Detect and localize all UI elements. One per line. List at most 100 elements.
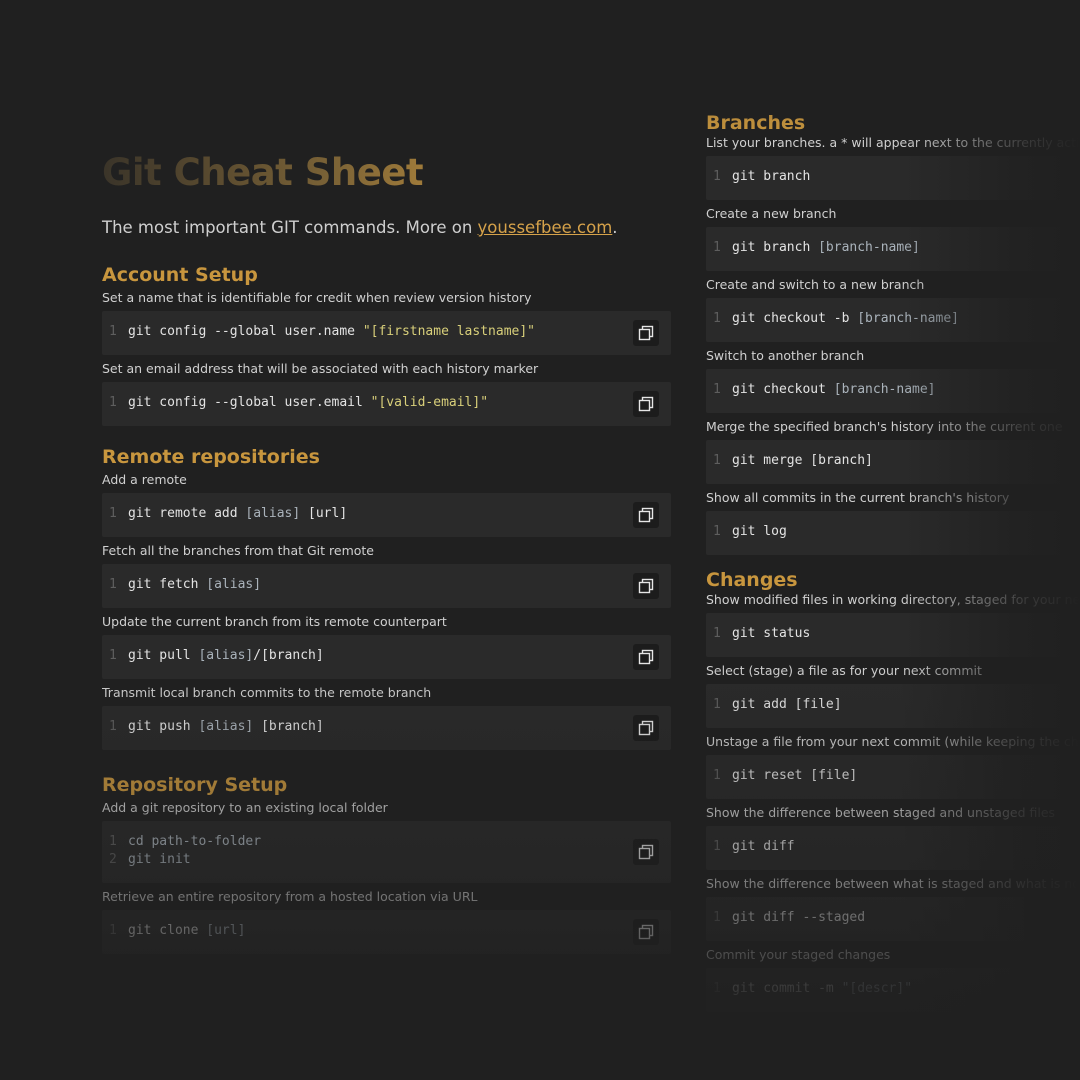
code-block[interactable]: 1 git reset [file] [706, 755, 1080, 799]
code-block[interactable]: 1 cd path-to-folder 2 git init [102, 821, 671, 883]
command-description: Set an email address that will be associ… [102, 361, 539, 376]
command-text: git config --global user.name [128, 324, 363, 339]
code-line: 1 git branch [branch-name] [713, 240, 920, 255]
code-block[interactable]: 1 git branch [branch-name] [706, 227, 1080, 271]
code-block[interactable]: 1 git branch [706, 156, 1080, 200]
command-argument: [url] [206, 923, 246, 938]
command-text: git status [732, 626, 811, 641]
command-description: Merge the specified branch's history int… [706, 419, 1063, 434]
command-text: git checkout [732, 382, 834, 397]
command-description: Create a new branch [706, 206, 837, 221]
command-description: Switch to another branch [706, 348, 865, 363]
copy-button[interactable] [633, 715, 659, 741]
code-block[interactable]: 1 git clone [url] [102, 910, 671, 954]
command-argument: [alias] [198, 719, 254, 734]
copy-button[interactable] [633, 502, 659, 528]
code-line: 1 git config --global user.email "[valid-… [109, 395, 488, 410]
code-block[interactable]: 1 git pull [alias]/[branch] [102, 635, 671, 679]
line-number: 1 [713, 311, 721, 326]
line-number: 1 [713, 697, 721, 712]
code-block[interactable]: 1 git config --global user.email "[valid-… [102, 382, 671, 426]
code-block[interactable]: 1 git checkout [branch-name] [706, 369, 1080, 413]
command-argument: "[descr]" [841, 981, 913, 996]
line-number: 1 [109, 324, 117, 339]
subtitle-end: . [612, 218, 618, 237]
command-description: Unstage a file from your next commit (wh… [706, 734, 1080, 749]
code-block[interactable]: 1 git remote add [alias] [url] [102, 493, 671, 537]
code-line: 1 git checkout -b [branch-name] [713, 311, 959, 326]
code-line: 1 git config --global user.name "[firstna… [109, 324, 535, 339]
command-text: git pull [128, 648, 199, 663]
code-block[interactable]: 1 git commit -m "[descr]" [706, 968, 1080, 1012]
command-text: git merge [branch] [732, 453, 873, 468]
command-text: git remote add [128, 506, 246, 521]
command-description: Set a name that is identifiable for cred… [102, 290, 532, 305]
section-remote-repositories: Remote repositories Add a remote 1 git re… [102, 444, 671, 750]
command-description: Show modified files in working directory… [706, 592, 1080, 607]
line-number: 1 [713, 524, 721, 539]
code-line: 1 cd path-to-folder [109, 834, 261, 849]
code-block[interactable]: 1 git log [706, 511, 1080, 555]
code-block[interactable]: 1 git diff --staged [706, 897, 1080, 941]
code-line: 1 git branch [713, 169, 810, 184]
section-account-setup: Account Setup Set a name that is identif… [102, 262, 671, 426]
line-number: 1 [713, 910, 721, 925]
code-line: 1 git diff --staged [713, 910, 865, 925]
copy-icon [638, 396, 654, 412]
code-block[interactable]: 1 git checkout -b [branch-name] [706, 298, 1080, 342]
code-block[interactable]: 1 git status [706, 613, 1080, 657]
command-argument: [branch-name] [818, 240, 920, 255]
copy-button[interactable] [633, 839, 659, 865]
section-branches: Branches List your branches. a * will ap… [706, 110, 1080, 555]
copy-icon [638, 507, 654, 523]
command-description: Commit your staged changes [706, 947, 891, 962]
command-description: Show all commits in the current branch's… [706, 490, 1010, 505]
code-line: 1 git diff [713, 839, 795, 854]
code-block[interactable]: 1 git push [alias] [branch] [102, 706, 671, 750]
code-block[interactable]: 1 git merge [branch] [706, 440, 1080, 484]
command-text: git init [128, 852, 191, 867]
code-line: 1 git pull [alias]/[branch] [109, 648, 324, 663]
command-description: Transmit local branch commits to the rem… [102, 685, 432, 700]
line-number: 1 [713, 981, 721, 996]
code-line: 1 git remote add [alias] [url] [109, 506, 347, 521]
code-block[interactable]: 1 git add [file] [706, 684, 1080, 728]
command-text: git checkout -b [732, 311, 858, 326]
section-changes: Changes Show modified files in working d… [706, 567, 1080, 1012]
command-argument: "[valid-email]" [370, 395, 489, 410]
copy-icon [638, 924, 654, 940]
code-line: 1 git reset [file] [713, 768, 857, 783]
copy-button[interactable] [633, 644, 659, 670]
copy-button[interactable] [633, 391, 659, 417]
code-block[interactable]: 1 git fetch [alias] [102, 564, 671, 608]
line-number: 1 [713, 839, 721, 854]
section-title: Repository Setup [102, 774, 288, 796]
command-text: cd path-to-folder [128, 834, 262, 849]
left-column: Git Cheat Sheet The most important GIT c… [102, 150, 671, 958]
section-title: Account Setup [102, 264, 258, 286]
command-text: git branch [732, 169, 811, 184]
copy-button[interactable] [633, 573, 659, 599]
line-number: 1 [713, 626, 721, 641]
website-link[interactable]: youssefbee.com [478, 218, 613, 237]
command-argument: [alias] [206, 577, 262, 592]
code-line: 2 git init [109, 852, 191, 867]
command-text: git commit -m [732, 981, 842, 996]
line-number: 1 [109, 834, 117, 849]
copy-icon [638, 844, 654, 860]
right-column: Branches List your branches. a * will ap… [706, 110, 1080, 1016]
code-block[interactable]: 1 git diff [706, 826, 1080, 870]
subtitle-text: The most important GIT commands. More on [102, 218, 478, 237]
copy-icon [638, 578, 654, 594]
copy-button[interactable] [633, 320, 659, 346]
command-text: git reset [file] [732, 768, 858, 783]
line-number: 1 [713, 240, 721, 255]
code-block[interactable]: 1 git config --global user.name "[firstna… [102, 311, 671, 355]
command-description: Create and switch to a new branch [706, 277, 925, 292]
copy-button[interactable] [633, 919, 659, 945]
command-text: git fetch [128, 577, 207, 592]
command-rest: [url] [300, 506, 348, 521]
command-rest: /[branch] [253, 648, 324, 663]
command-description: Show the difference between staged and u… [706, 805, 1056, 820]
command-text: git clone [128, 923, 207, 938]
